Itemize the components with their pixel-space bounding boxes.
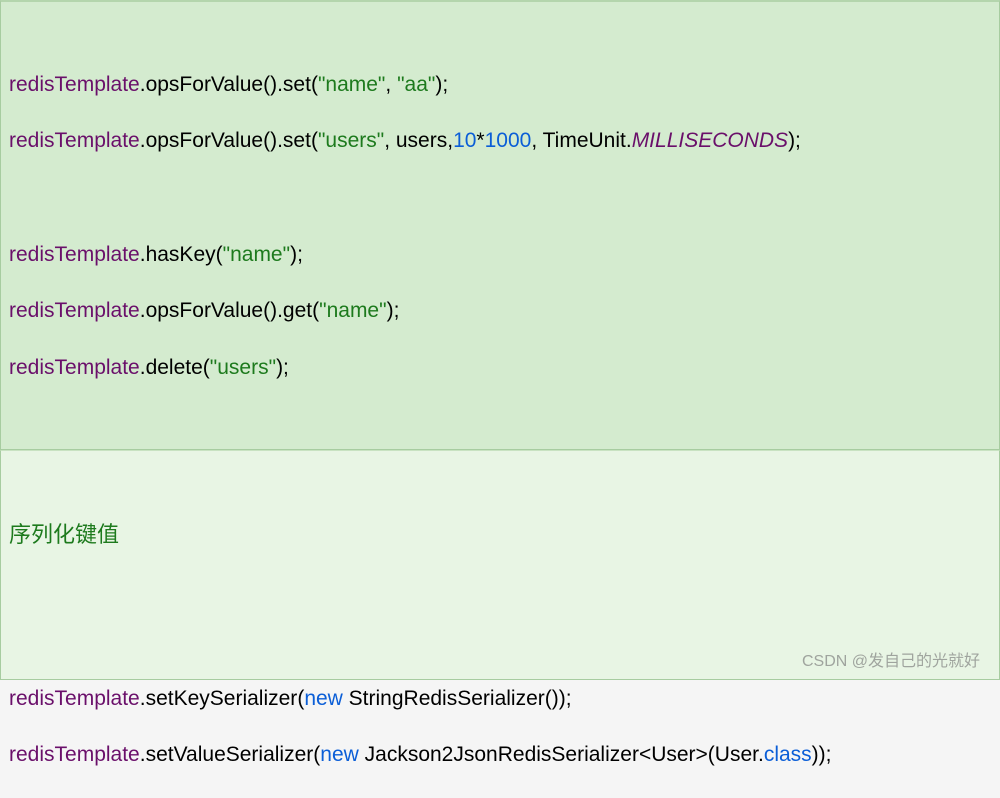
code-token: redisTemplate	[9, 243, 140, 266]
code-token: "users"	[318, 129, 384, 152]
code-line	[9, 156, 991, 184]
code-token: );	[435, 73, 448, 96]
code-token: );	[387, 299, 400, 322]
code-token: set	[283, 73, 311, 96]
code-token: hasKey	[146, 243, 216, 266]
code-token: redisTemplate	[9, 743, 140, 766]
code-token: ,	[385, 73, 397, 96]
code-token: MILLISECONDS	[632, 129, 788, 152]
code-token: *	[476, 129, 484, 152]
code-line: redisTemplate.opsForValue().set("name", …	[9, 71, 991, 99]
code-token: ));	[812, 743, 832, 766]
code-token: , TimeUnit.	[531, 129, 631, 152]
code-token: redisTemplate	[9, 687, 140, 710]
code-token: "name"	[318, 73, 385, 96]
code-token: redisTemplate	[9, 129, 140, 152]
code-token: opsForValue	[146, 299, 264, 322]
code-token: new	[320, 743, 359, 766]
code-line	[9, 212, 991, 240]
code-token: Jackson2JsonRedisSerializer<User>(User.	[359, 743, 764, 766]
code-block-1: redisTemplate.opsForValue().set("name", …	[0, 0, 1000, 450]
code-token: redisTemplate	[9, 73, 140, 96]
code-token: "users"	[210, 356, 276, 379]
code-token: redisTemplate	[9, 356, 140, 379]
code-line	[9, 99, 991, 127]
code-token: (	[311, 129, 318, 152]
code-token: );	[290, 243, 303, 266]
code-token: new	[304, 687, 343, 710]
code-token: setValueSerializer	[146, 743, 314, 766]
code-token: ().	[263, 129, 283, 152]
code-token: "name"	[319, 299, 386, 322]
code-token: delete	[146, 356, 203, 379]
code-lines-1: redisTemplate.opsForValue().set("name", …	[9, 71, 991, 383]
code-line: redisTemplate.setKeySerializer(new Strin…	[9, 685, 991, 713]
code-token: StringRedisSerializer());	[343, 687, 572, 710]
code-block-2: 序列化键值 redisTemplate.setKeySerializer(new…	[0, 450, 1000, 680]
code-token: (	[216, 243, 223, 266]
code-token: (	[313, 743, 320, 766]
code-token: "aa"	[397, 73, 435, 96]
code-line	[9, 269, 991, 297]
code-token: , users,	[384, 129, 453, 152]
code-line	[9, 326, 991, 354]
code-token: setKeySerializer	[146, 687, 298, 710]
code-token: get	[283, 299, 312, 322]
code-token: opsForValue	[146, 73, 264, 96]
code-token: );	[788, 129, 801, 152]
code-token: 10	[453, 129, 476, 152]
code-token: );	[276, 356, 289, 379]
code-line	[9, 713, 991, 741]
code-token: redisTemplate	[9, 299, 140, 322]
code-token: 1000	[485, 129, 532, 152]
code-token: (	[297, 687, 304, 710]
code-token: ().	[263, 73, 283, 96]
code-line	[9, 184, 991, 212]
code-lines-2: redisTemplate.setKeySerializer(new Strin…	[9, 685, 991, 770]
code-token: class	[764, 743, 812, 766]
code-token: opsForValue	[146, 129, 264, 152]
code-line: redisTemplate.opsForValue().set("users",…	[9, 127, 991, 155]
code-token: (	[203, 356, 210, 379]
code-line: redisTemplate.hasKey("name");	[9, 241, 991, 269]
code-token: ().	[263, 299, 283, 322]
code-token: "name"	[223, 243, 290, 266]
code-line: redisTemplate.setValueSerializer(new Jac…	[9, 741, 991, 769]
code-line: redisTemplate.opsForValue().get("name");	[9, 297, 991, 325]
code-token: set	[283, 129, 311, 152]
code-token: (	[311, 73, 318, 96]
code-line: redisTemplate.delete("users");	[9, 354, 991, 382]
section-heading: 序列化键值	[9, 520, 991, 550]
